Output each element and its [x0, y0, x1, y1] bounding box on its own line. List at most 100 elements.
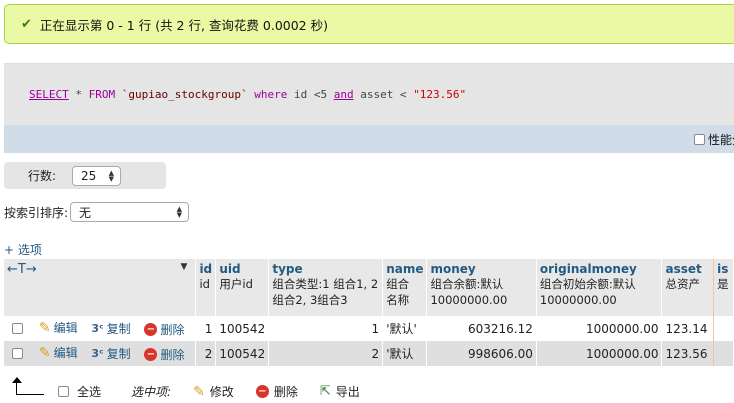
delete-label: 删除 — [160, 322, 185, 337]
column-header-originalmoney[interactable]: originalmoney 组合初始余额:默认10000000.00 — [536, 259, 663, 316]
selected-label: 选中项: — [131, 385, 172, 399]
pencil-icon: ✎ — [38, 319, 51, 336]
chevron-down-icon[interactable]: ▼ — [181, 262, 188, 272]
column-header-asset[interactable]: asset 总资产 — [661, 259, 715, 316]
cell-asset[interactable]: 123.14 — [661, 316, 715, 341]
sql-query-box: SELECT * FROM `gupiao_stockgroup` where … — [4, 63, 734, 125]
column-name[interactable]: uid — [219, 262, 265, 276]
cell-type[interactable]: 1 — [268, 316, 384, 341]
copy-label: 复制 — [106, 346, 131, 361]
copy-button[interactable]: 3ᶜ 复制 — [91, 345, 130, 362]
sort-label: 按索引排序: — [4, 205, 69, 220]
cell-originalmoney[interactable]: 1000000.00 — [536, 341, 663, 366]
column-header-name[interactable]: name 组合名称 — [382, 259, 428, 316]
column-comment: 组合余额:默认10000000.00 — [430, 277, 508, 307]
cell-money[interactable]: 998606.00 — [426, 341, 537, 366]
bulk-delete-button[interactable]: − 删除 — [255, 383, 298, 400]
cell-money[interactable]: 603216.12 — [426, 316, 537, 341]
column-name[interactable]: originalmoney — [540, 262, 659, 276]
profiling-label: 性能分 — [707, 133, 734, 147]
bulk-export-button[interactable]: ⇱ 导出 — [320, 383, 360, 400]
column-name[interactable]: type — [272, 262, 379, 276]
updown-icon: ▲ ▼ — [176, 205, 183, 219]
column-header-uid[interactable]: uid 用户id — [215, 259, 270, 316]
pencil-icon: ✎ — [193, 383, 205, 400]
table-header-row: ←T→ ▼ id id uid 用户id type 组合类型:1 组合1, 2 组合2… — [4, 259, 734, 316]
cell-type[interactable]: 2 — [268, 341, 384, 366]
sort-select[interactable]: 无 ▲ ▼ — [70, 202, 190, 222]
column-header-is[interactable]: is 是 — [713, 259, 734, 316]
updown-icon: ▲ ▼ — [108, 168, 115, 183]
column-header-id[interactable]: id id — [195, 259, 217, 316]
rows-select[interactable]: 25 ▲ ▼ — [72, 165, 122, 186]
edit-button[interactable]: ✎ 编辑 — [39, 344, 78, 361]
cell-originalmoney[interactable]: 1000000.00 — [536, 316, 663, 341]
column-comment: 总资产 — [665, 277, 700, 291]
copy-button[interactable]: 3ᶜ 复制 — [91, 320, 130, 337]
delete-button[interactable]: − 删除 — [144, 346, 184, 363]
delete-icon: − — [144, 322, 158, 336]
sql-text: id <5 — [287, 88, 334, 101]
arrow-up-icon — [12, 376, 44, 395]
column-comment: id — [199, 277, 210, 291]
column-comment: 是 — [717, 277, 729, 291]
cell-uid[interactable]: 100542 — [215, 341, 270, 366]
bulk-delete-label: 删除 — [273, 385, 298, 399]
cell-is[interactable] — [713, 341, 734, 366]
column-nav-arrows[interactable]: ←T→ — [7, 262, 37, 277]
table-row: ✎ 编辑 3ᶜ 复制 − 删除 2 100542 2 '默认 998606.00 10… — [4, 341, 734, 366]
options-link[interactable]: + 选项 — [4, 241, 42, 258]
column-comment: 组合初始余额:默认10000000.00 — [539, 277, 636, 307]
sql-text: asset < — [353, 88, 414, 101]
row-checkbox[interactable] — [12, 322, 23, 334]
cell-name[interactable]: '默认 — [382, 341, 428, 366]
column-comment: 组合类型:1 组合1, 2 组合2, 3组合3 — [272, 277, 379, 307]
rows-select-value: 25 — [81, 168, 97, 183]
nav-header: ←T→ ▼ — [4, 259, 197, 316]
select-all-label[interactable]: 全选 — [77, 383, 101, 400]
copy-label: 复制 — [106, 321, 131, 336]
cell-id[interactable]: 1 — [195, 316, 217, 341]
row-actions: ✎ 编辑 3ᶜ 复制 − 删除 — [4, 316, 197, 341]
delete-label: 删除 — [160, 347, 185, 362]
delete-button[interactable]: − 删除 — [144, 321, 184, 338]
bulk-modify-label: 修改 — [209, 385, 234, 399]
sql-query-text: SELECT * FROM `gupiao_stockgroup` where … — [29, 88, 466, 101]
column-comment: 用户id — [219, 277, 253, 291]
delete-icon: − — [255, 385, 269, 398]
sql-string: "123.56" — [413, 88, 467, 101]
success-message-text: 正在显示第 0 - 1 行 (共 2 行, 查询花费 0.0002 秒) — [39, 17, 328, 33]
cell-name[interactable]: '默认' — [382, 316, 428, 341]
column-name[interactable]: is — [717, 262, 730, 276]
column-name[interactable]: id — [199, 262, 212, 276]
bulk-actions-bar: 全选 选中项: ✎ 修改 − 删除 ⇱ 导出 — [12, 376, 360, 400]
sort-select-value: 无 — [79, 205, 92, 220]
results-table: ←T→ ▼ id id uid 用户id type 组合类型:1 组合1, 2 组合2… — [4, 259, 734, 366]
cell-id[interactable]: 2 — [195, 341, 217, 366]
cell-uid[interactable]: 100542 — [215, 316, 270, 341]
select-all-checkbox[interactable] — [58, 386, 69, 397]
delete-icon: − — [144, 347, 158, 361]
sql-keyword: where — [254, 88, 288, 101]
column-name[interactable]: money — [430, 262, 532, 276]
profiling-toggle[interactable]: 性能分 — [693, 131, 734, 148]
column-header-type[interactable]: type 组合类型:1 组合1, 2 组合2, 3组合3 — [268, 259, 384, 316]
edit-button[interactable]: ✎ 编辑 — [39, 319, 78, 336]
column-comment: 组合名称 — [386, 277, 410, 307]
row-checkbox[interactable] — [12, 347, 23, 359]
rows-control: 行数: 25 ▲ ▼ — [4, 162, 166, 189]
sql-keyword[interactable]: SELECT — [29, 88, 69, 101]
sql-keyword[interactable]: and — [334, 88, 354, 101]
column-name[interactable]: asset — [665, 262, 710, 276]
sql-toolbar: 性能分 — [4, 125, 734, 153]
cell-is[interactable] — [713, 316, 734, 341]
column-header-money[interactable]: money 组合余额:默认10000000.00 — [426, 259, 537, 316]
profiling-checkbox[interactable] — [693, 134, 705, 145]
sql-table-name: `gupiao_stockgroup` — [121, 88, 248, 101]
column-name[interactable]: name — [386, 262, 423, 276]
bulk-modify-button[interactable]: ✎ 修改 — [193, 383, 234, 400]
bulk-export-label: 导出 — [335, 385, 360, 399]
cell-asset[interactable]: 123.56 — [661, 341, 715, 366]
copy-icon: 3ᶜ — [91, 321, 104, 335]
